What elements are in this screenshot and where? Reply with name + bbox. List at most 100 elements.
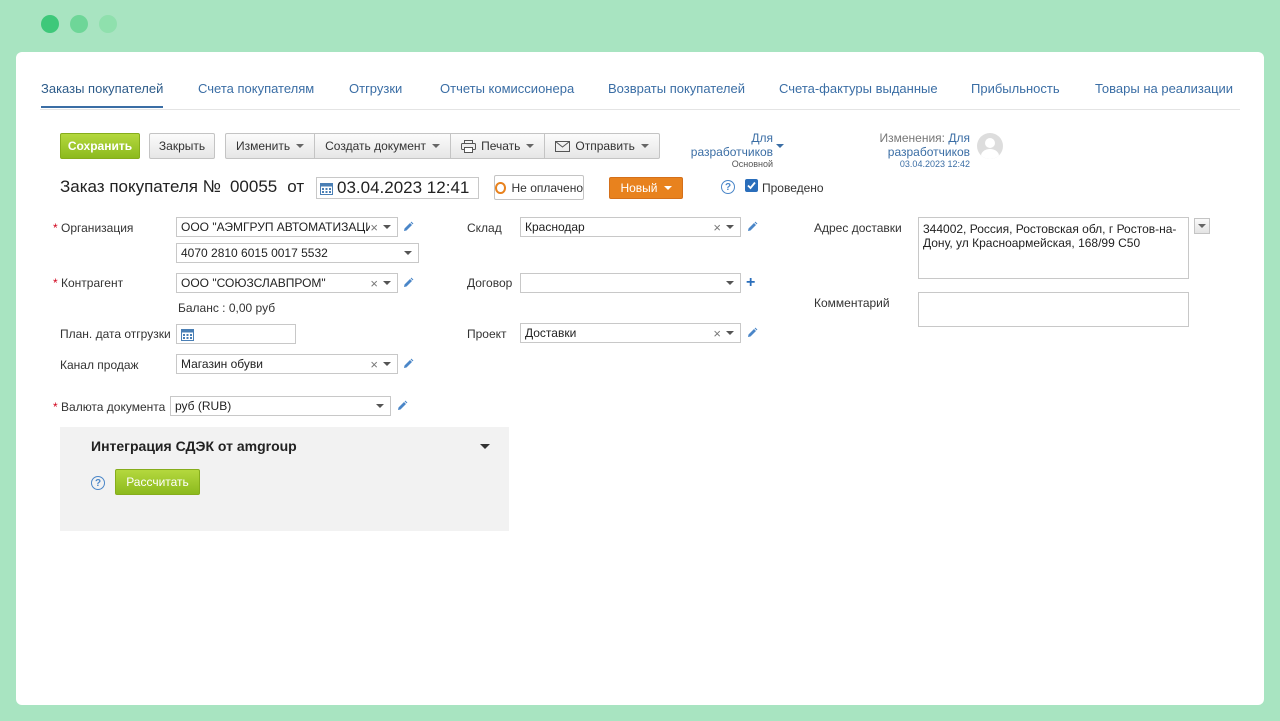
from-label: от — [287, 177, 305, 196]
edit-button-label: Изменить — [236, 139, 291, 153]
counterparty-label: * Контрагент — [53, 276, 124, 290]
changes-label: Изменения: — [879, 131, 946, 145]
document-tabs: Заказы покупателей Счета покупателям Отг… — [16, 52, 1264, 110]
currency-select[interactable]: руб (RUB) — [170, 396, 391, 416]
tab-commission-reports[interactable]: Отчеты комиссионера — [440, 81, 574, 96]
clear-icon[interactable]: × — [370, 357, 378, 372]
clear-icon[interactable]: × — [370, 276, 378, 291]
integration-title: Интеграция СДЭК от amgroup — [91, 438, 297, 454]
chevron-down-icon[interactable] — [726, 281, 734, 285]
edit-pencil-icon[interactable] — [396, 400, 408, 412]
counterparty-select[interactable]: ООО "СОЮЗСЛАВПРОМ" × — [176, 273, 398, 293]
chevron-down-icon — [296, 144, 305, 148]
address-expand-button[interactable] — [1194, 218, 1210, 234]
create-document-label: Создать документ — [325, 139, 427, 153]
window-maximize-dot[interactable] — [99, 15, 117, 33]
posted-checkbox[interactable] — [745, 179, 758, 192]
changes-info: Изменения: Для разработчиков 03.04.2023 … — [800, 131, 971, 169]
chevron-down-icon — [663, 186, 672, 190]
chevron-down-icon[interactable] — [383, 362, 391, 366]
counterparty-value: ООО "СОЮЗСЛАВПРОМ" — [181, 276, 326, 290]
comment-field[interactable] — [918, 292, 1189, 327]
avatar[interactable] — [977, 133, 1003, 159]
edit-pencil-icon[interactable] — [746, 327, 758, 339]
envelope-icon — [555, 140, 571, 152]
chevron-down-icon[interactable] — [383, 225, 391, 229]
developers-menu[interactable]: Для разработчиков Основной — [668, 131, 773, 169]
edit-button[interactable]: Изменить — [226, 134, 316, 158]
chevron-down-icon[interactable] — [376, 404, 384, 408]
bank-account-value: 4070 2810 6015 0017 5532 — [181, 246, 328, 260]
balance-text: Баланс : 0,00 руб — [178, 301, 276, 315]
warehouse-value: Краснодар — [525, 220, 585, 234]
clear-icon[interactable]: × — [713, 326, 721, 341]
organization-label: * Организация — [53, 221, 134, 235]
developers-chevron-icon[interactable] — [776, 144, 784, 148]
calculate-button[interactable]: Рассчитать — [115, 469, 200, 495]
currency-label: * Валюта документа — [53, 400, 166, 414]
chevron-down-icon[interactable] — [404, 251, 412, 255]
contract-select[interactable] — [520, 273, 741, 293]
sales-channel-label: Канал продаж — [60, 358, 139, 372]
chevron-down-icon[interactable] — [726, 225, 734, 229]
sales-channel-value: Магазин обуви — [181, 357, 263, 371]
tab-consignment-goods[interactable]: Товары на реализации — [1095, 81, 1233, 96]
delivery-address-field[interactable]: 344002, Россия, Ростовская обл, г Ростов… — [918, 217, 1189, 279]
print-button[interactable]: Печать — [451, 134, 546, 158]
save-button[interactable]: Сохранить — [60, 133, 140, 159]
calendar-icon — [320, 182, 333, 195]
print-button-label: Печать — [481, 139, 521, 153]
user-icon — [981, 138, 999, 159]
organization-select[interactable]: ООО "АЭМГРУП АВТОМАТИЗАЦИ × — [176, 217, 398, 237]
circle-status-icon — [495, 181, 506, 194]
developers-link[interactable]: Для разработчиков — [668, 131, 773, 159]
tab-customer-invoices[interactable]: Счета покупателям — [198, 81, 314, 96]
collapse-chevron-icon[interactable] — [480, 444, 490, 449]
clear-icon[interactable]: × — [713, 220, 721, 235]
clear-icon[interactable]: × — [370, 220, 378, 235]
add-contract-icon[interactable]: + — [746, 275, 755, 291]
warehouse-select[interactable]: Краснодар × — [520, 217, 741, 237]
window-minimize-dot[interactable] — [70, 15, 88, 33]
chevron-down-icon — [1198, 224, 1206, 228]
cdek-integration-panel: Интеграция СДЭК от amgroup ? Рассчитать — [60, 427, 509, 531]
create-document-button[interactable]: Создать документ — [315, 134, 452, 158]
edit-pencil-icon[interactable] — [402, 277, 414, 289]
sales-channel-select[interactable]: Магазин обуви × — [176, 354, 398, 374]
ship-date-field[interactable] — [176, 324, 296, 344]
tab-shipments[interactable]: Отгрузки — [349, 81, 402, 96]
project-select[interactable]: Доставки × — [520, 323, 741, 343]
send-button[interactable]: Отправить — [545, 134, 659, 158]
payment-status-label: Не оплачено — [511, 180, 583, 195]
send-button-label: Отправить — [575, 139, 635, 153]
edit-pencil-icon[interactable] — [746, 221, 758, 233]
tab-customer-orders[interactable]: Заказы покупателей — [41, 81, 164, 108]
tab-issued-invoices[interactable]: Счета-фактуры выданные — [779, 81, 938, 96]
help-icon[interactable]: ? — [91, 476, 105, 490]
window-close-dot[interactable] — [41, 15, 59, 33]
project-label: Проект — [467, 327, 507, 341]
tabs-divider — [40, 109, 1240, 110]
checkmark-icon — [747, 181, 756, 190]
status-dropdown[interactable]: Новый — [609, 177, 683, 199]
action-button-group: Изменить Создать документ Печать Отправи… — [225, 133, 660, 159]
comment-label: Комментарий — [814, 296, 890, 310]
posted-label: Проведено — [762, 181, 824, 195]
chevron-down-icon[interactable] — [383, 281, 391, 285]
help-icon[interactable]: ? — [721, 180, 735, 194]
tab-customer-returns[interactable]: Возвраты покупателей — [608, 81, 745, 96]
edit-pencil-icon[interactable] — [402, 221, 414, 233]
tab-profitability[interactable]: Прибыльность — [971, 81, 1060, 96]
document-header: Заказ покупателя № 00055 от — [60, 177, 304, 197]
close-button[interactable]: Закрыть — [149, 133, 215, 159]
document-date-value: 03.04.2023 12:41 — [337, 178, 470, 197]
payment-status-button[interactable]: Не оплачено — [494, 175, 584, 200]
chevron-down-icon[interactable] — [726, 331, 734, 335]
contract-label: Договор — [467, 276, 513, 290]
document-date-field[interactable]: 03.04.2023 12:41 — [316, 177, 479, 199]
edit-pencil-icon[interactable] — [402, 358, 414, 370]
ship-date-label: План. дата отгрузки — [60, 327, 171, 341]
calendar-icon[interactable] — [181, 328, 194, 341]
bank-account-select[interactable]: 4070 2810 6015 0017 5532 — [176, 243, 419, 263]
project-value: Доставки — [525, 326, 577, 340]
